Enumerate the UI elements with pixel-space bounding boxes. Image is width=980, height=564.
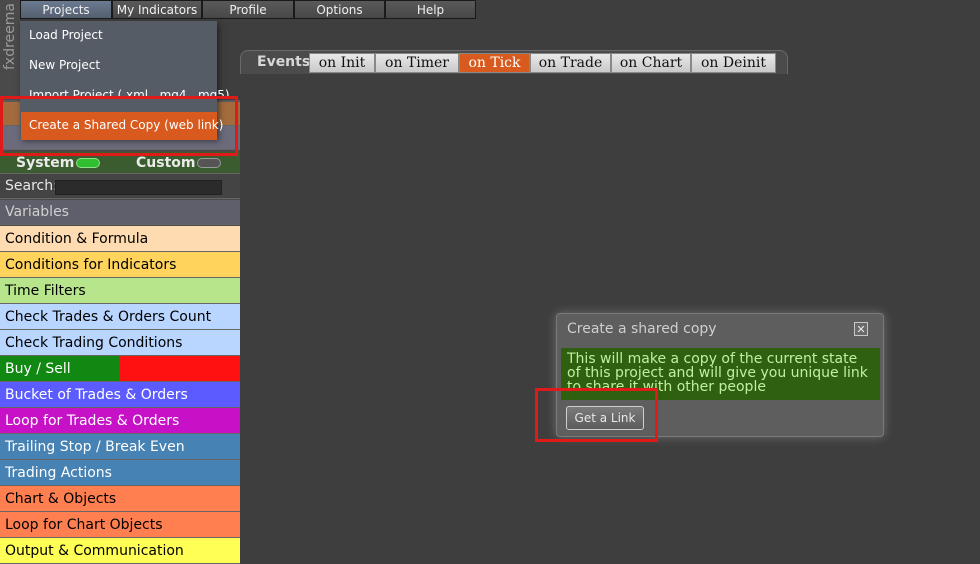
sidebar-item-label: Condition & Formula <box>5 230 149 247</box>
tab-on-chart[interactable]: on Chart <box>611 53 691 73</box>
menu-item-new-project[interactable]: New Project <box>29 58 100 72</box>
dialog-title: Create a shared copy <box>567 321 717 337</box>
system-toggle[interactable] <box>76 158 100 168</box>
sidebar-item-label: Time Filters <box>5 282 86 299</box>
sidebar-item-label: Check Trades & Orders Count <box>5 308 212 325</box>
sidebar-item-category[interactable]: Loop for Trades & Orders <box>0 408 240 434</box>
dialog-message: This will make a copy of the current sta… <box>561 348 880 400</box>
sidebar-item-variables[interactable]: Variables <box>0 200 240 225</box>
sidebar-item-label: Conditions for Indicators <box>5 256 177 273</box>
sidebar-item-category[interactable]: Condition & Formula <box>0 226 240 252</box>
custom-toggle[interactable] <box>197 158 221 168</box>
sidebar-item-label: Trading Actions <box>5 464 112 481</box>
menu-help[interactable]: Help <box>385 0 476 19</box>
menu-label: Projects <box>42 2 90 17</box>
sidebar-item-category[interactable]: Check Trading Conditions <box>0 330 240 356</box>
tab-on-trade[interactable]: on Trade <box>530 53 611 73</box>
sidebar-item-label: Bucket of Trades & Orders <box>5 386 188 403</box>
sidebar-item-category[interactable]: Time Filters <box>0 278 240 304</box>
sidebar-item-category[interactable]: Bucket of Trades & Orders <box>0 382 240 408</box>
menu-label: Help <box>416 2 445 17</box>
sidebar-item-label: Output & Communication <box>5 542 184 559</box>
menu-item-label: Create a Shared Copy (web link) <box>29 118 224 132</box>
menu-label: Options <box>316 2 363 17</box>
menu-options[interactable]: Options <box>294 0 385 19</box>
block-type-toggles: System Custom <box>0 152 240 174</box>
sidebar-item-label: Trailing Stop / Break Even <box>5 438 185 455</box>
search-label: Search: <box>5 178 58 194</box>
sidebar-item-category[interactable]: Chart & Objects <box>0 486 240 512</box>
menu-item-create-shared-copy[interactable]: Create a Shared Copy (web link) <box>21 112 223 140</box>
shared-copy-dialog: Create a shared copy ✕ This will make a … <box>556 313 884 437</box>
tab-on-timer[interactable]: on Timer <box>375 53 459 73</box>
sidebar-item-label: Chart & Objects <box>5 490 117 507</box>
tab-label: on Init <box>318 55 366 71</box>
sidebar-item-label: Loop for Chart Objects <box>5 516 163 533</box>
tab-on-init[interactable]: on Init <box>309 53 375 73</box>
sidebar-item-label: Buy / Sell <box>5 360 71 377</box>
menu-my-indicators[interactable]: My Indicators <box>112 0 202 19</box>
tab-label: on Deinit <box>700 55 766 71</box>
menu-label: My Indicators <box>116 2 198 17</box>
menubar: Projects My Indicators Profile Options H… <box>20 0 476 21</box>
menu-label: Profile <box>229 2 267 17</box>
blocks-panel: System Custom Search: Variables Conditio… <box>0 100 240 564</box>
search-row: Search: <box>0 174 240 199</box>
sidebar-item-label: Check Trading Conditions <box>5 334 183 351</box>
sidebar-item-label: Variables <box>5 204 69 220</box>
sidebar-item-label: Loop for Trades & Orders <box>5 412 180 429</box>
get-link-button[interactable]: Get a Link <box>566 406 644 430</box>
close-icon[interactable]: ✕ <box>854 322 868 336</box>
tab-label: on Trade <box>538 55 603 71</box>
events-label: Events <box>257 54 311 70</box>
brand-logo-text: fxdreema <box>2 3 18 70</box>
sidebar-item-category[interactable]: Check Trades & Orders Count <box>0 304 240 330</box>
menu-profile[interactable]: Profile <box>202 0 294 19</box>
tab-on-tick[interactable]: on Tick <box>459 53 530 73</box>
sidebar-item-category[interactable]: Conditions for Indicators <box>0 252 240 278</box>
events-tab-bar: Events on Init on Timer on Tick on Trade… <box>240 50 788 74</box>
menu-item-load-project[interactable]: Load Project <box>29 28 103 42</box>
tab-on-deinit[interactable]: on Deinit <box>691 53 776 73</box>
sidebar-item-category[interactable]: Output & Communication <box>0 538 240 564</box>
custom-label: Custom <box>136 154 196 171</box>
tab-label: on Timer <box>385 55 449 71</box>
tab-label: on Tick <box>468 55 521 71</box>
search-input[interactable] <box>55 180 222 195</box>
sidebar-item-category[interactable]: Trailing Stop / Break Even <box>0 434 240 460</box>
menu-projects[interactable]: Projects <box>20 0 112 19</box>
sidebar-item-category[interactable]: Trading Actions <box>0 460 240 486</box>
sidebar-item-category[interactable]: Loop for Chart Objects <box>0 512 240 538</box>
system-label: System <box>16 154 75 171</box>
tab-label: on Chart <box>619 55 683 71</box>
sidebar-item-category[interactable]: Buy / Sell <box>0 356 240 382</box>
menu-item-import-project[interactable]: Import Project (.xml, .mq4, .mq5) <box>29 88 230 98</box>
